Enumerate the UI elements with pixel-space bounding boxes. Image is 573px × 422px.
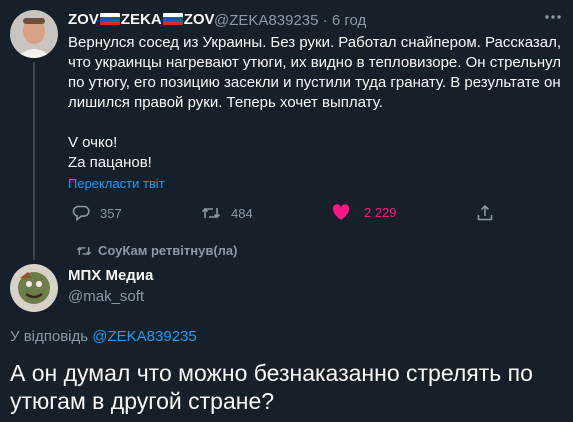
retweet-count: 484 <box>231 205 253 221</box>
reply-count: 357 <box>100 205 122 221</box>
author-name[interactable]: ZOV ZEKA ZOV <box>68 11 215 28</box>
avatar[interactable] <box>10 10 58 58</box>
avatar[interactable] <box>10 264 58 312</box>
retweet-button[interactable]: 484 <box>201 204 253 222</box>
author-handle[interactable]: @ZEKA839235 <box>214 12 318 29</box>
share-button[interactable] <box>476 204 494 222</box>
timestamp[interactable]: 6 год <box>332 12 366 29</box>
tweet-text: А он думал что можно безнаказанно стреля… <box>10 360 533 414</box>
retweet-icon <box>201 204 221 222</box>
tweet-text: Вернулся сосед из Украины. Без руки. Раб… <box>68 34 562 171</box>
author-name[interactable]: МПХ Медиа <box>68 267 153 284</box>
retweet-icon <box>76 244 92 258</box>
reply-button[interactable]: 357 <box>72 204 122 222</box>
heart-icon <box>332 204 350 221</box>
like-button[interactable]: 2 229 <box>332 204 397 221</box>
thread-line <box>33 62 35 260</box>
translate-link[interactable]: Перекласти твіт <box>68 176 165 191</box>
reply-context: У відповідь @ZEKA839235 <box>10 328 197 345</box>
author-handle[interactable]: @mak_soft <box>68 288 144 305</box>
separator: · <box>322 12 328 29</box>
more-icon[interactable] <box>540 6 566 28</box>
like-count: 2 229 <box>364 205 397 220</box>
russia-flag-icon <box>99 13 120 25</box>
reply-icon <box>72 204 90 222</box>
reply-to-link[interactable]: @ZEKA839235 <box>92 328 196 345</box>
russia-flag-icon <box>162 13 183 25</box>
share-icon <box>476 204 494 222</box>
reply-prefix: У відповідь <box>10 328 89 345</box>
retweet-context-label: СоуКам ретвітнув(ла) <box>98 243 238 258</box>
retweet-context[interactable]: СоуКам ретвітнув(ла) <box>76 243 238 258</box>
